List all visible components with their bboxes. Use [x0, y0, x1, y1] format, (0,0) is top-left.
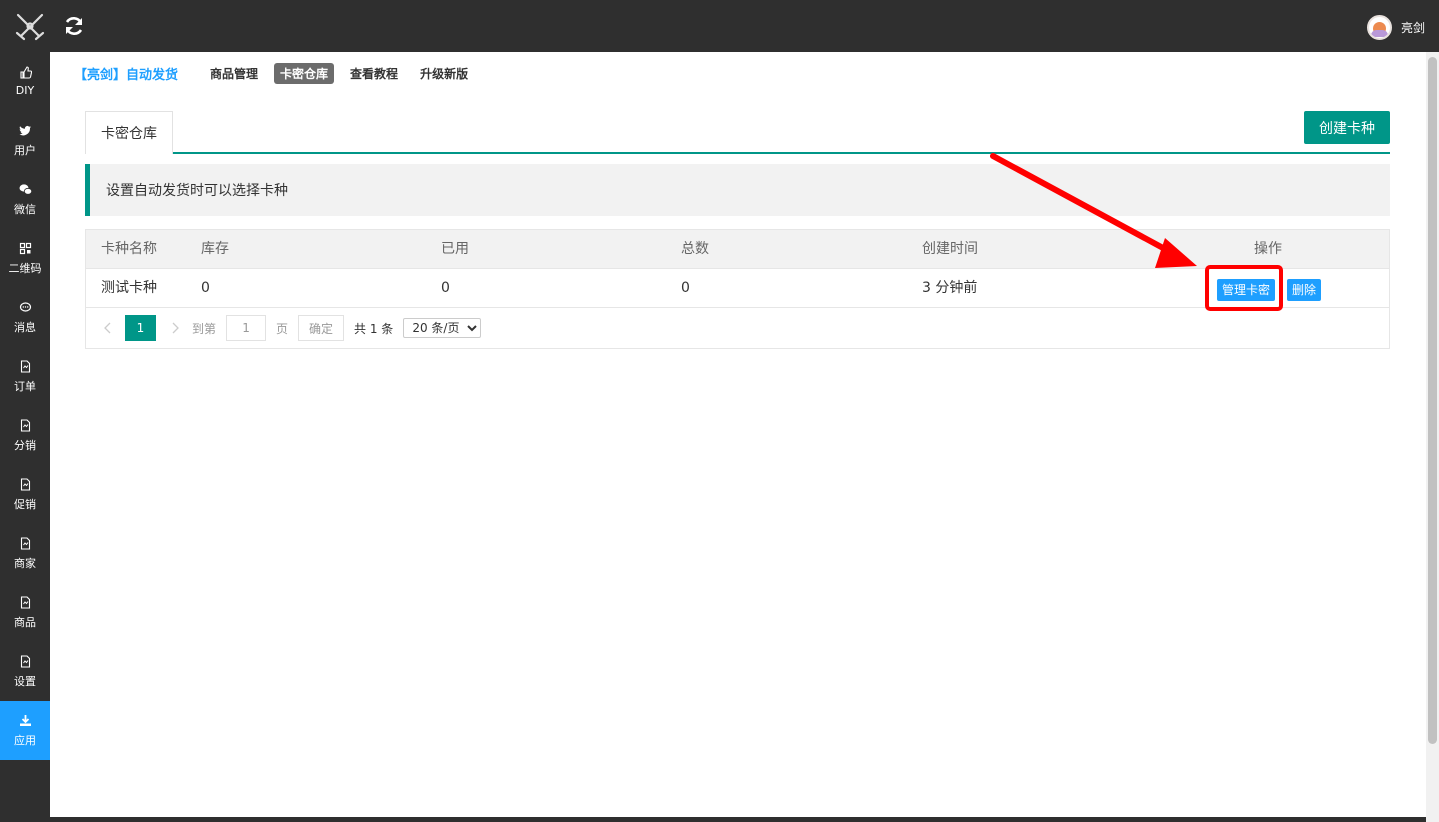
- delete-button[interactable]: 删除: [1287, 279, 1322, 301]
- sidebar-item-qrcode[interactable]: 二维码: [0, 229, 50, 288]
- sub-navigation: 【亮剑】自动发货 商品管理 卡密仓库 查看教程 升级新版: [74, 62, 484, 84]
- table-header: 卡种名称 库存 已用 总数 创建时间 操作: [86, 230, 1389, 269]
- thumbs-up-icon: [19, 66, 32, 79]
- refresh-icon[interactable]: [63, 15, 85, 37]
- top-bar: 亮剑: [0, 0, 1439, 52]
- sidebar-item-merchant[interactable]: 商家: [0, 524, 50, 583]
- goto-label: 到第: [192, 321, 217, 336]
- tip-banner: 设置自动发货时可以选择卡种: [85, 164, 1390, 216]
- qrcode-icon: [19, 242, 31, 254]
- page-size-select[interactable]: 20 条/页: [403, 318, 482, 338]
- pagination: 1 到第 页 确定 共 1 条 20 条/页: [86, 308, 1389, 348]
- document-icon: [20, 595, 30, 609]
- document-icon: [20, 477, 30, 491]
- avatar[interactable]: [1366, 15, 1392, 40]
- sidebar-item-promotion[interactable]: 促销: [0, 465, 50, 524]
- document-icon: [20, 418, 30, 432]
- goto-page-input[interactable]: [226, 315, 267, 341]
- col-header-created: 创建时间: [922, 241, 978, 257]
- scrollbar-thumb[interactable]: [1428, 57, 1437, 744]
- next-page-icon[interactable]: [168, 321, 182, 335]
- manage-cards-button[interactable]: 管理卡密: [1217, 279, 1276, 301]
- col-header-stock: 库存: [201, 241, 229, 257]
- sidebar-item-apps[interactable]: 应用: [0, 701, 50, 760]
- nav-card-warehouse[interactable]: 卡密仓库: [274, 62, 335, 84]
- document-icon: [20, 536, 30, 550]
- wechat-icon: [19, 183, 32, 195]
- col-header-name: 卡种名称: [101, 241, 157, 257]
- prev-page-icon[interactable]: [101, 321, 115, 335]
- brand-link[interactable]: 【亮剑】自动发货: [74, 64, 178, 83]
- nav-product-management[interactable]: 商品管理: [204, 63, 264, 84]
- cell-created: 3 分钟前: [922, 280, 978, 296]
- sidebar: DIY 用户 微信 二维码 消息 订单 分销 促销 商家 商品 设置 应用: [0, 52, 50, 822]
- document-icon: [20, 359, 30, 373]
- col-header-used: 已用: [441, 241, 469, 257]
- sidebar-item-wechat[interactable]: 微信: [0, 170, 50, 229]
- nav-tutorial[interactable]: 查看教程: [344, 63, 404, 84]
- sidebar-item-orders[interactable]: 订单: [0, 347, 50, 406]
- user-name: 亮剑: [1400, 21, 1425, 35]
- create-card-type-button[interactable]: 创建卡种: [1304, 111, 1390, 144]
- goto-confirm-button[interactable]: 确定: [298, 315, 345, 341]
- crossed-swords-icon[interactable]: [14, 12, 46, 42]
- tip-text: 设置自动发货时可以选择卡种: [106, 183, 288, 199]
- download-icon: [19, 714, 31, 726]
- nav-upgrade[interactable]: 升级新版: [414, 63, 474, 84]
- document-icon: [20, 654, 30, 668]
- page-current[interactable]: 1: [125, 315, 156, 341]
- page-unit: 页: [276, 321, 289, 336]
- sidebar-item-settings[interactable]: 设置: [0, 642, 50, 701]
- sidebar-item-products[interactable]: 商品: [0, 583, 50, 642]
- card-type-table: 卡种名称 库存 已用 总数 创建时间 操作 测试卡种 0 0 0 3 分钟前 管…: [85, 229, 1390, 349]
- table-row: 测试卡种 0 0 0 3 分钟前 管理卡密 删除: [86, 269, 1389, 308]
- twitter-bird-icon: [19, 125, 31, 135]
- sidebar-item-diy[interactable]: DIY: [0, 52, 50, 111]
- sidebar-item-users[interactable]: 用户: [0, 111, 50, 170]
- total-count: 共 1 条: [354, 321, 394, 336]
- tab-card-warehouse[interactable]: 卡密仓库: [85, 111, 173, 154]
- sidebar-item-messages[interactable]: 消息: [0, 288, 50, 347]
- tab-bar: 卡密仓库: [85, 111, 1390, 154]
- sidebar-item-distribution[interactable]: 分销: [0, 406, 50, 465]
- cell-total: 0: [681, 280, 690, 296]
- cell-stock: 0: [201, 280, 210, 296]
- main-content: 【亮剑】自动发货 商品管理 卡密仓库 查看教程 升级新版 卡密仓库 创建卡种 设…: [50, 52, 1426, 817]
- cell-used: 0: [441, 280, 450, 296]
- cell-name: 测试卡种: [101, 280, 157, 296]
- col-header-actions: 操作: [1254, 241, 1282, 257]
- user-menu[interactable]: 亮剑: [1366, 15, 1425, 40]
- col-header-total: 总数: [681, 241, 709, 257]
- chat-bubble-icon: [19, 301, 31, 312]
